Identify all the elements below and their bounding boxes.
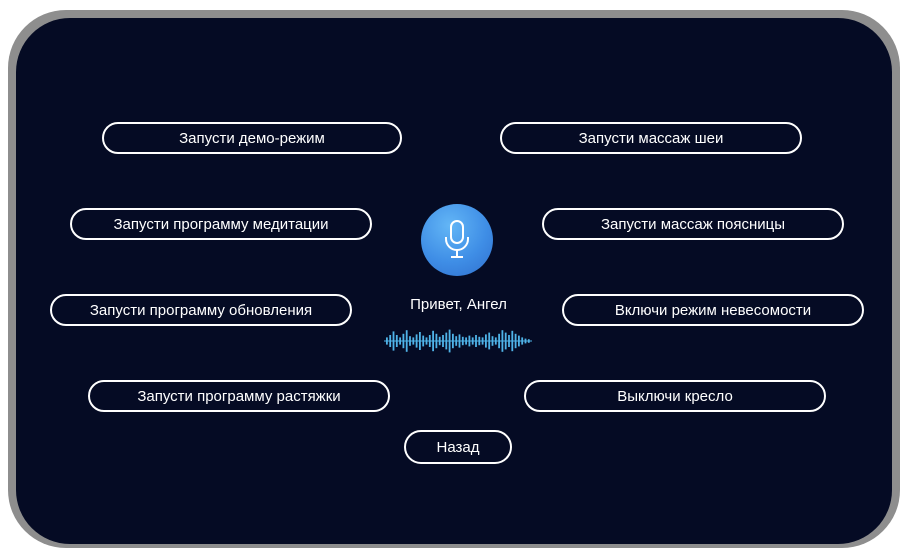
microphone-icon (445, 220, 469, 258)
waveform-bar (514, 333, 517, 349)
waveform-bar (432, 330, 434, 352)
waveform-bar (399, 337, 401, 345)
waveform-bar (471, 337, 474, 345)
waveform-bar (491, 336, 494, 346)
waveform-bar (442, 335, 444, 347)
waveform-bar (422, 335, 425, 347)
waveform-bar (521, 337, 524, 345)
waveform-bar (435, 333, 438, 349)
back-button[interactable]: Назад (404, 430, 512, 464)
microphone-button[interactable] (421, 204, 493, 276)
waveform-bar (465, 337, 467, 345)
waveform-bar (478, 336, 481, 346)
waveform-bar (504, 332, 507, 350)
waveform-bar (428, 335, 431, 347)
waveform-bar (395, 335, 398, 347)
waveform-bar (389, 335, 392, 347)
waveform-bar (475, 335, 477, 347)
demo-mode-button[interactable]: Запусти демо-режим (102, 122, 402, 154)
stretching-program-button[interactable]: Запусти программу растяжки (88, 380, 390, 412)
waveform-bar (508, 335, 510, 347)
waveform-bar (468, 335, 471, 347)
waveform-bar (494, 337, 497, 345)
waveform-bar (405, 330, 408, 352)
waveform-bar (501, 330, 504, 352)
update-program-button[interactable]: Запусти программу обновления (50, 294, 352, 326)
waveform-bar (445, 332, 448, 350)
waveform-bar (527, 339, 530, 343)
waveform-bar (392, 331, 395, 351)
waveform-bar (461, 336, 464, 346)
waveform-bar (419, 332, 421, 350)
waveform-bar (511, 330, 514, 352)
waveform-bar (412, 337, 415, 345)
voice-waveform (384, 329, 532, 353)
waveform-bar (498, 333, 500, 349)
lower-back-massage-button[interactable]: Запусти массаж поясницы (542, 208, 844, 240)
waveform-bar (409, 336, 411, 346)
waveform-bar (386, 337, 388, 345)
waveform-bar (488, 332, 491, 350)
waveform-bar (415, 334, 418, 348)
greeting-text: Привет, Ангел (410, 296, 507, 313)
waveform-bar (458, 334, 461, 348)
zero-gravity-button[interactable]: Включи режим невесомости (562, 294, 864, 326)
turn-off-chair-button[interactable]: Выключи кресло (524, 380, 826, 412)
waveform-bar (452, 333, 454, 349)
waveform-bar (425, 337, 428, 345)
waveform-bar (402, 333, 405, 349)
screen: Запусти демо-режим Запусти массаж шеи За… (16, 18, 892, 544)
waveform-bar (455, 336, 458, 346)
waveform-bar (485, 334, 487, 348)
waveform-bar (518, 335, 520, 347)
neck-massage-button[interactable]: Запусти массаж шеи (500, 122, 802, 154)
waveform-bar (524, 338, 527, 344)
waveform-bar (438, 336, 441, 346)
waveform-bar (481, 337, 484, 345)
waveform-bar (448, 329, 451, 353)
meditation-program-button[interactable]: Запусти программу медитации (70, 208, 372, 240)
